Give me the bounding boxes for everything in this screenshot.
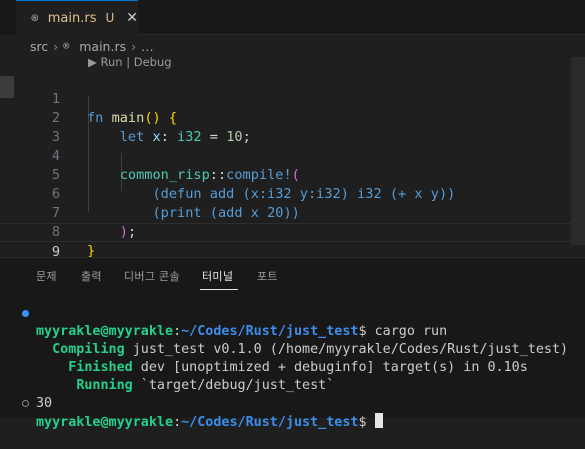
terminal-line: Running `target/debug/just_test`: [0, 359, 585, 393]
tab-bar-gutter: [0, 0, 16, 35]
prompt-sep: :: [173, 415, 182, 430]
terminal-line: 30: [0, 377, 585, 411]
code-line: 4 common_risp::compile!(: [0, 128, 585, 183]
rust-file-icon: ®: [31, 11, 39, 25]
tab-output[interactable]: 출력: [81, 268, 102, 284]
prompt-end: $: [358, 415, 367, 430]
vertical-scrollbar[interactable]: [571, 57, 585, 245]
breadcrumb-file[interactable]: main.rs: [79, 39, 126, 54]
code-line: 3: [0, 109, 585, 145]
terminal-cursor: [374, 413, 383, 428]
command-status-dot-icon: [22, 310, 29, 317]
command-status-dot-icon: [22, 400, 29, 407]
tab-debug-console[interactable]: 디버그 콘솔: [124, 268, 180, 284]
rust-file-icon: ®: [63, 40, 70, 52]
code-line: 6 (print (add x 20)): [0, 166, 585, 221]
close-icon[interactable]: ✕: [126, 10, 138, 26]
prompt-user: myyrakle@myyrakle: [36, 415, 174, 430]
terminal-line: myyrakle@myyrakle:~/Codes/Rust/just_test…: [0, 305, 585, 339]
tab-ports[interactable]: 포트: [257, 268, 278, 284]
terminal[interactable]: myyrakle@myyrakle:~/Codes/Rust/just_test…: [0, 302, 585, 446]
code-line: 1 fn main() {: [0, 71, 585, 126]
code-line: 5 (defun add (x:i32 y:i32) i32 (+ x y)): [0, 147, 585, 202]
untracked-status: U: [105, 11, 115, 25]
terminal-line: Compiling just_test v0.1.0 (/home/myyrak…: [0, 323, 585, 357]
tab-terminal[interactable]: 터미널: [202, 268, 233, 284]
prompt-path: ~/Codes/Rust/just_test: [181, 415, 359, 430]
run-debug-codelens[interactable]: ▶ Run | Debug: [88, 55, 172, 69]
chevron-right-icon: ›: [131, 38, 137, 54]
tab-problems[interactable]: 문제: [36, 268, 57, 284]
panel-tabs: 문제 출력 디버그 콘솔 터미널 포트: [0, 258, 585, 292]
code-editor[interactable]: ▶ Run | Debug 1 fn main() { 2 let x: i32…: [0, 55, 585, 260]
tab-filename: main.rs: [47, 10, 97, 26]
terminal-line: myyrakle@myyrakle:~/Codes/Rust/just_test…: [0, 395, 585, 430]
editor-tab-bar: ® main.rs U ✕: [0, 0, 585, 35]
breadcrumb: src › ® main.rs › …: [0, 35, 585, 57]
active-tab-indicator: [200, 289, 238, 290]
bottom-panel: 문제 출력 디버그 콘솔 터미널 포트 myyrakle@myyrakle:~/…: [0, 257, 585, 430]
code-line: 8 }: [0, 204, 585, 259]
breadcrumb-more[interactable]: …: [141, 39, 154, 54]
chevron-right-icon: ›: [53, 38, 59, 54]
code-line: 2 let x: i32 = 10;: [0, 90, 585, 145]
terminal-line: Finished dev [unoptimized + debuginfo] t…: [0, 341, 585, 375]
current-line: 9: [0, 223, 585, 260]
code-line: 7 );: [0, 185, 585, 240]
breadcrumb-folder[interactable]: src: [30, 39, 48, 54]
tab-main-rs[interactable]: ® main.rs U ✕: [16, 0, 138, 35]
